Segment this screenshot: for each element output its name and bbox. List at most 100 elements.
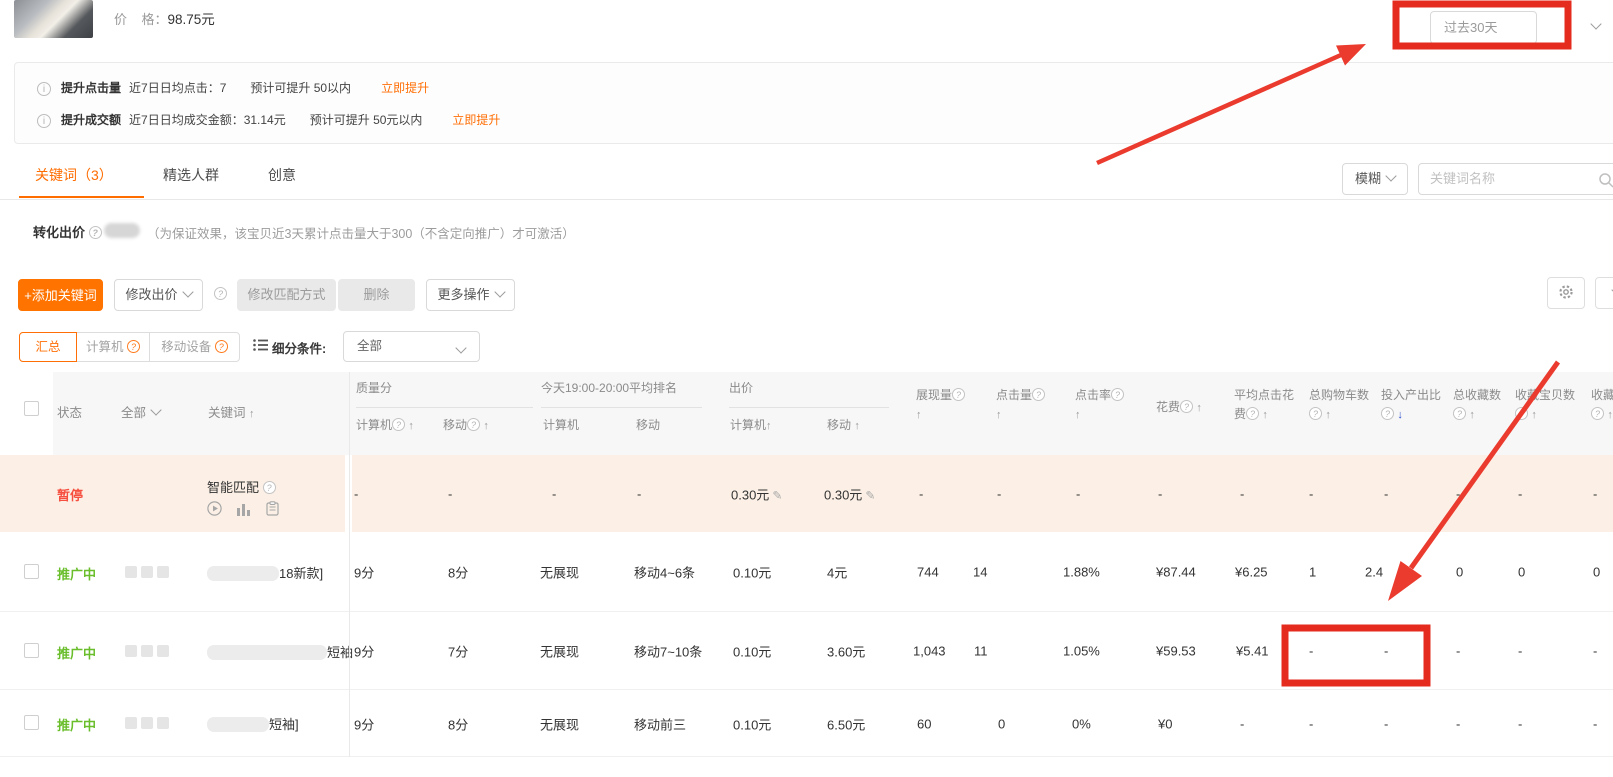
help-icon[interactable]: ? bbox=[214, 287, 227, 301]
col-bid-mobile[interactable]: 移动 ↑ bbox=[827, 416, 860, 433]
sort-asc-icon[interactable]: ↑ bbox=[1325, 409, 1331, 421]
modify-match-button[interactable]: 修改匹配方式 bbox=[237, 279, 336, 311]
help-icon[interactable]: ? bbox=[1180, 400, 1193, 413]
cell-bid-pc[interactable]: 0.10元 bbox=[733, 563, 771, 582]
sort-asc-icon[interactable]: ↑ bbox=[1196, 402, 1202, 414]
edit-pencil-icon[interactable]: ✎ bbox=[772, 488, 782, 502]
cell-roi: 2.4 bbox=[1365, 565, 1383, 580]
sort-asc-icon[interactable]: ↑ bbox=[854, 420, 860, 432]
chevron-down-icon[interactable] bbox=[1586, 20, 1600, 34]
device-tab-mobile[interactable]: 移动设备 ? bbox=[149, 332, 240, 362]
cell-cost: ¥0 bbox=[1158, 716, 1172, 731]
tab-keywords[interactable]: 关键词（3） bbox=[35, 165, 113, 185]
help-icon[interactable]: ? bbox=[1111, 388, 1124, 401]
status-filter-dropdown[interactable]: 全部 bbox=[121, 402, 160, 421]
cell-bid-mobile[interactable]: 6.50元 bbox=[827, 714, 865, 733]
col-favorites[interactable]: 总收藏数? ↑ bbox=[1453, 386, 1501, 425]
help-icon[interactable]: ? bbox=[1032, 388, 1045, 401]
match-mode-dropdown[interactable]: 模糊 bbox=[1342, 163, 1408, 195]
table-row-keyword[interactable]: 推广中 短袖 9分 7分 无展现 移动7~10条 0.10元 3.60元 1,0… bbox=[0, 612, 1613, 690]
col-cost[interactable]: 花费? ↑ bbox=[1156, 398, 1202, 415]
sort-asc-icon[interactable]: ↑ bbox=[1531, 409, 1537, 421]
settings-button[interactable] bbox=[1547, 277, 1585, 309]
clipboard-icon[interactable] bbox=[266, 501, 279, 516]
play-circle-icon[interactable] bbox=[207, 501, 222, 516]
keyword-search-input[interactable]: 关键词名称 bbox=[1418, 163, 1613, 195]
sort-asc-icon[interactable]: ↑ bbox=[408, 420, 414, 432]
cell-cost: - bbox=[1158, 486, 1162, 501]
date-range-select[interactable]: 过去30天 bbox=[1430, 11, 1537, 44]
bar-chart-icon[interactable] bbox=[236, 502, 251, 516]
col-keyword[interactable]: 关键词 ↑ bbox=[208, 402, 255, 421]
col-avg-cpc[interactable]: 平均点击花费? ↑ bbox=[1234, 386, 1298, 425]
tab-creative[interactable]: 创意 bbox=[268, 165, 296, 185]
table-row-keyword[interactable]: 推广中 18新款] 9分 8分 无展现 移动4~6条 0.10元 4元 744 … bbox=[0, 532, 1613, 612]
select-all-checkbox[interactable] bbox=[24, 401, 39, 416]
sort-asc-icon[interactable]: ↑ bbox=[996, 409, 1002, 421]
sort-asc-icon[interactable]: ↑ bbox=[1075, 409, 1081, 421]
cell-roi: - bbox=[1384, 644, 1388, 659]
help-icon[interactable]: ? bbox=[952, 388, 965, 401]
modify-bid-button[interactable]: 修改出价 bbox=[114, 279, 203, 311]
cell-quality-mobile: - bbox=[448, 486, 452, 501]
help-icon[interactable]: ? bbox=[1309, 407, 1322, 420]
row-checkbox[interactable] bbox=[24, 643, 39, 658]
search-icon[interactable] bbox=[1598, 172, 1613, 188]
add-keyword-button[interactable]: +添加关键词 bbox=[18, 279, 103, 311]
cell-bid-mobile[interactable]: 0.30元✎ bbox=[824, 484, 875, 503]
col-quality-pc[interactable]: 计算机? ↑ bbox=[356, 416, 414, 433]
search-placeholder: 关键词名称 bbox=[1430, 171, 1495, 186]
cell-bid-pc[interactable]: 0.10元 bbox=[733, 714, 771, 733]
col-roi[interactable]: 投入产出比? ↓ bbox=[1381, 386, 1441, 425]
collapse-button[interactable] bbox=[1595, 277, 1613, 309]
help-icon[interactable]: ? bbox=[1381, 407, 1394, 420]
col-bid-pc[interactable]: 计算机↑ bbox=[730, 416, 772, 433]
sort-asc-icon[interactable]: ↑ bbox=[483, 420, 489, 432]
subdivision-select[interactable]: 全部 bbox=[343, 331, 480, 362]
conversion-toggle-redacted[interactable] bbox=[104, 223, 140, 238]
help-icon[interactable]: ? bbox=[392, 418, 405, 431]
edit-pencil-icon[interactable]: ✎ bbox=[865, 488, 875, 502]
more-actions-button[interactable]: 更多操作 bbox=[426, 279, 515, 311]
help-icon[interactable]: ? bbox=[1515, 407, 1528, 420]
help-icon[interactable]: ? bbox=[89, 226, 102, 239]
sort-asc-icon[interactable]: ↑ bbox=[1607, 409, 1613, 421]
help-icon[interactable]: ? bbox=[1246, 407, 1259, 420]
cell-bid-pc[interactable]: 0.10元 bbox=[733, 642, 771, 661]
sort-asc-icon[interactable]: ↑ bbox=[1262, 409, 1268, 421]
col-ctr[interactable]: 点击率?↑ bbox=[1075, 386, 1124, 425]
help-icon[interactable]: ? bbox=[263, 481, 276, 494]
cell-carts: - bbox=[1309, 716, 1313, 731]
help-icon[interactable]: ? bbox=[1453, 407, 1466, 420]
boost-now-link[interactable]: 立即提升 bbox=[381, 81, 429, 95]
sort-asc-icon[interactable]: ↑ bbox=[766, 420, 772, 432]
cell-bid-mobile[interactable]: 4元 bbox=[827, 563, 847, 582]
sort-desc-icon[interactable]: ↓ bbox=[1397, 409, 1403, 421]
row-checkbox[interactable] bbox=[24, 564, 39, 579]
col-carts[interactable]: 总购物车数? ↑ bbox=[1309, 386, 1369, 425]
col-clicks[interactable]: 点击量?↑ bbox=[996, 386, 1045, 425]
boost-now-link[interactable]: 立即提升 bbox=[452, 113, 500, 127]
delete-button[interactable]: 删除 bbox=[338, 279, 415, 311]
help-icon[interactable]: ? bbox=[467, 418, 480, 431]
row-checkbox[interactable] bbox=[24, 715, 39, 730]
device-tab-pc[interactable]: 计算机 ? bbox=[76, 332, 150, 362]
col-collect-cut[interactable]: 收藏? ↑ bbox=[1591, 386, 1613, 425]
table-row-keyword[interactable]: 推广中 短袖] 9分 8分 无展现 移动前三 0.10元 6.50元 60 0 … bbox=[0, 690, 1613, 757]
col-item-favorites[interactable]: 收藏宝贝数? ↑ bbox=[1515, 386, 1575, 425]
list-filter-icon bbox=[253, 338, 268, 352]
help-icon[interactable]: ? bbox=[1591, 407, 1604, 420]
col-impressions[interactable]: 展现量?↑ bbox=[916, 386, 965, 425]
col-quality-mobile[interactable]: 移动? ↑ bbox=[443, 416, 489, 433]
redacted-icon bbox=[125, 717, 137, 729]
sort-asc-icon[interactable]: ↑ bbox=[916, 409, 922, 421]
redacted-icon bbox=[141, 566, 153, 578]
sort-asc-icon[interactable]: ↑ bbox=[1469, 409, 1475, 421]
tab-audience[interactable]: 精选人群 bbox=[163, 165, 219, 185]
sort-asc-icon[interactable]: ↑ bbox=[249, 408, 255, 420]
table-row-smart-match[interactable]: 暂停 智能匹配 ? - - - - 0.30元✎ 0.30元✎ - - - - … bbox=[0, 455, 1613, 532]
cell-collect: - bbox=[1593, 716, 1597, 731]
cell-bid-mobile[interactable]: 3.60元 bbox=[827, 642, 865, 661]
cell-bid-pc[interactable]: 0.30元✎ bbox=[731, 484, 782, 503]
device-tab-summary[interactable]: 汇总 bbox=[19, 332, 77, 362]
